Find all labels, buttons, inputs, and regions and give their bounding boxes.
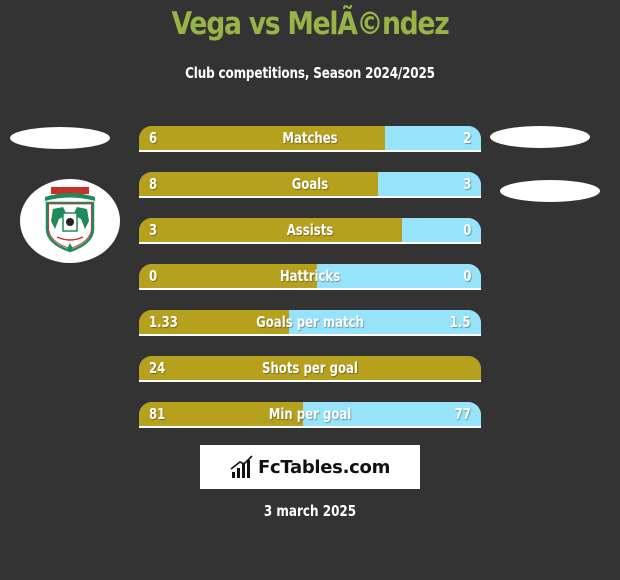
right-value: 3: [462, 175, 471, 193]
fctables-brand[interactable]: FcTables.com: [200, 445, 420, 489]
right-value: 1.5: [450, 313, 471, 331]
right-value: 2: [462, 129, 471, 147]
team-logo: [20, 179, 120, 263]
left-value: 6: [149, 129, 158, 147]
stat-row: 24 Shots per goal: [139, 356, 481, 382]
left-value: 3: [149, 221, 158, 239]
stat-label: Matches: [282, 129, 338, 147]
stat-row: 1.33 Goals per match 1.5: [139, 310, 481, 336]
brand-name: FcTables.com: [257, 456, 391, 478]
left-value: 1.33: [149, 313, 178, 331]
stat-row: 81 Min per goal 77: [139, 402, 481, 428]
right-value: 0: [462, 221, 471, 239]
left-player-placeholder: [10, 127, 110, 149]
marathon-crest-icon: [45, 187, 95, 253]
left-value: 24: [149, 359, 166, 377]
left-value: 0: [149, 267, 158, 285]
stat-row: 0 Hattricks 0: [139, 264, 481, 290]
stat-row: 8 Goals 3: [139, 172, 481, 198]
stat-label: Goals: [291, 175, 329, 193]
stat-label: Hattricks: [279, 267, 341, 285]
left-value: 8: [149, 175, 158, 193]
right-value: 77: [454, 405, 471, 423]
stat-label: Shots per goal: [262, 359, 358, 377]
page-title: Vega vs MelÃ©ndez: [171, 6, 450, 42]
stat-row: 3 Assists 0: [139, 218, 481, 244]
page-subtitle: Club competitions, Season 2024/2025: [185, 64, 435, 82]
right-value: 0: [462, 267, 471, 285]
left-value: 81: [149, 405, 166, 423]
right-team-placeholder: [500, 180, 600, 202]
stat-row: 6 Matches 2: [139, 126, 481, 152]
stat-label: Goals per match: [256, 313, 364, 331]
match-date: 3 march 2025: [263, 502, 357, 520]
stat-label: Assists: [286, 221, 334, 239]
stat-label: Min per goal: [268, 405, 352, 423]
bar-chart-icon: [230, 455, 253, 478]
right-player-placeholder: [490, 126, 590, 148]
